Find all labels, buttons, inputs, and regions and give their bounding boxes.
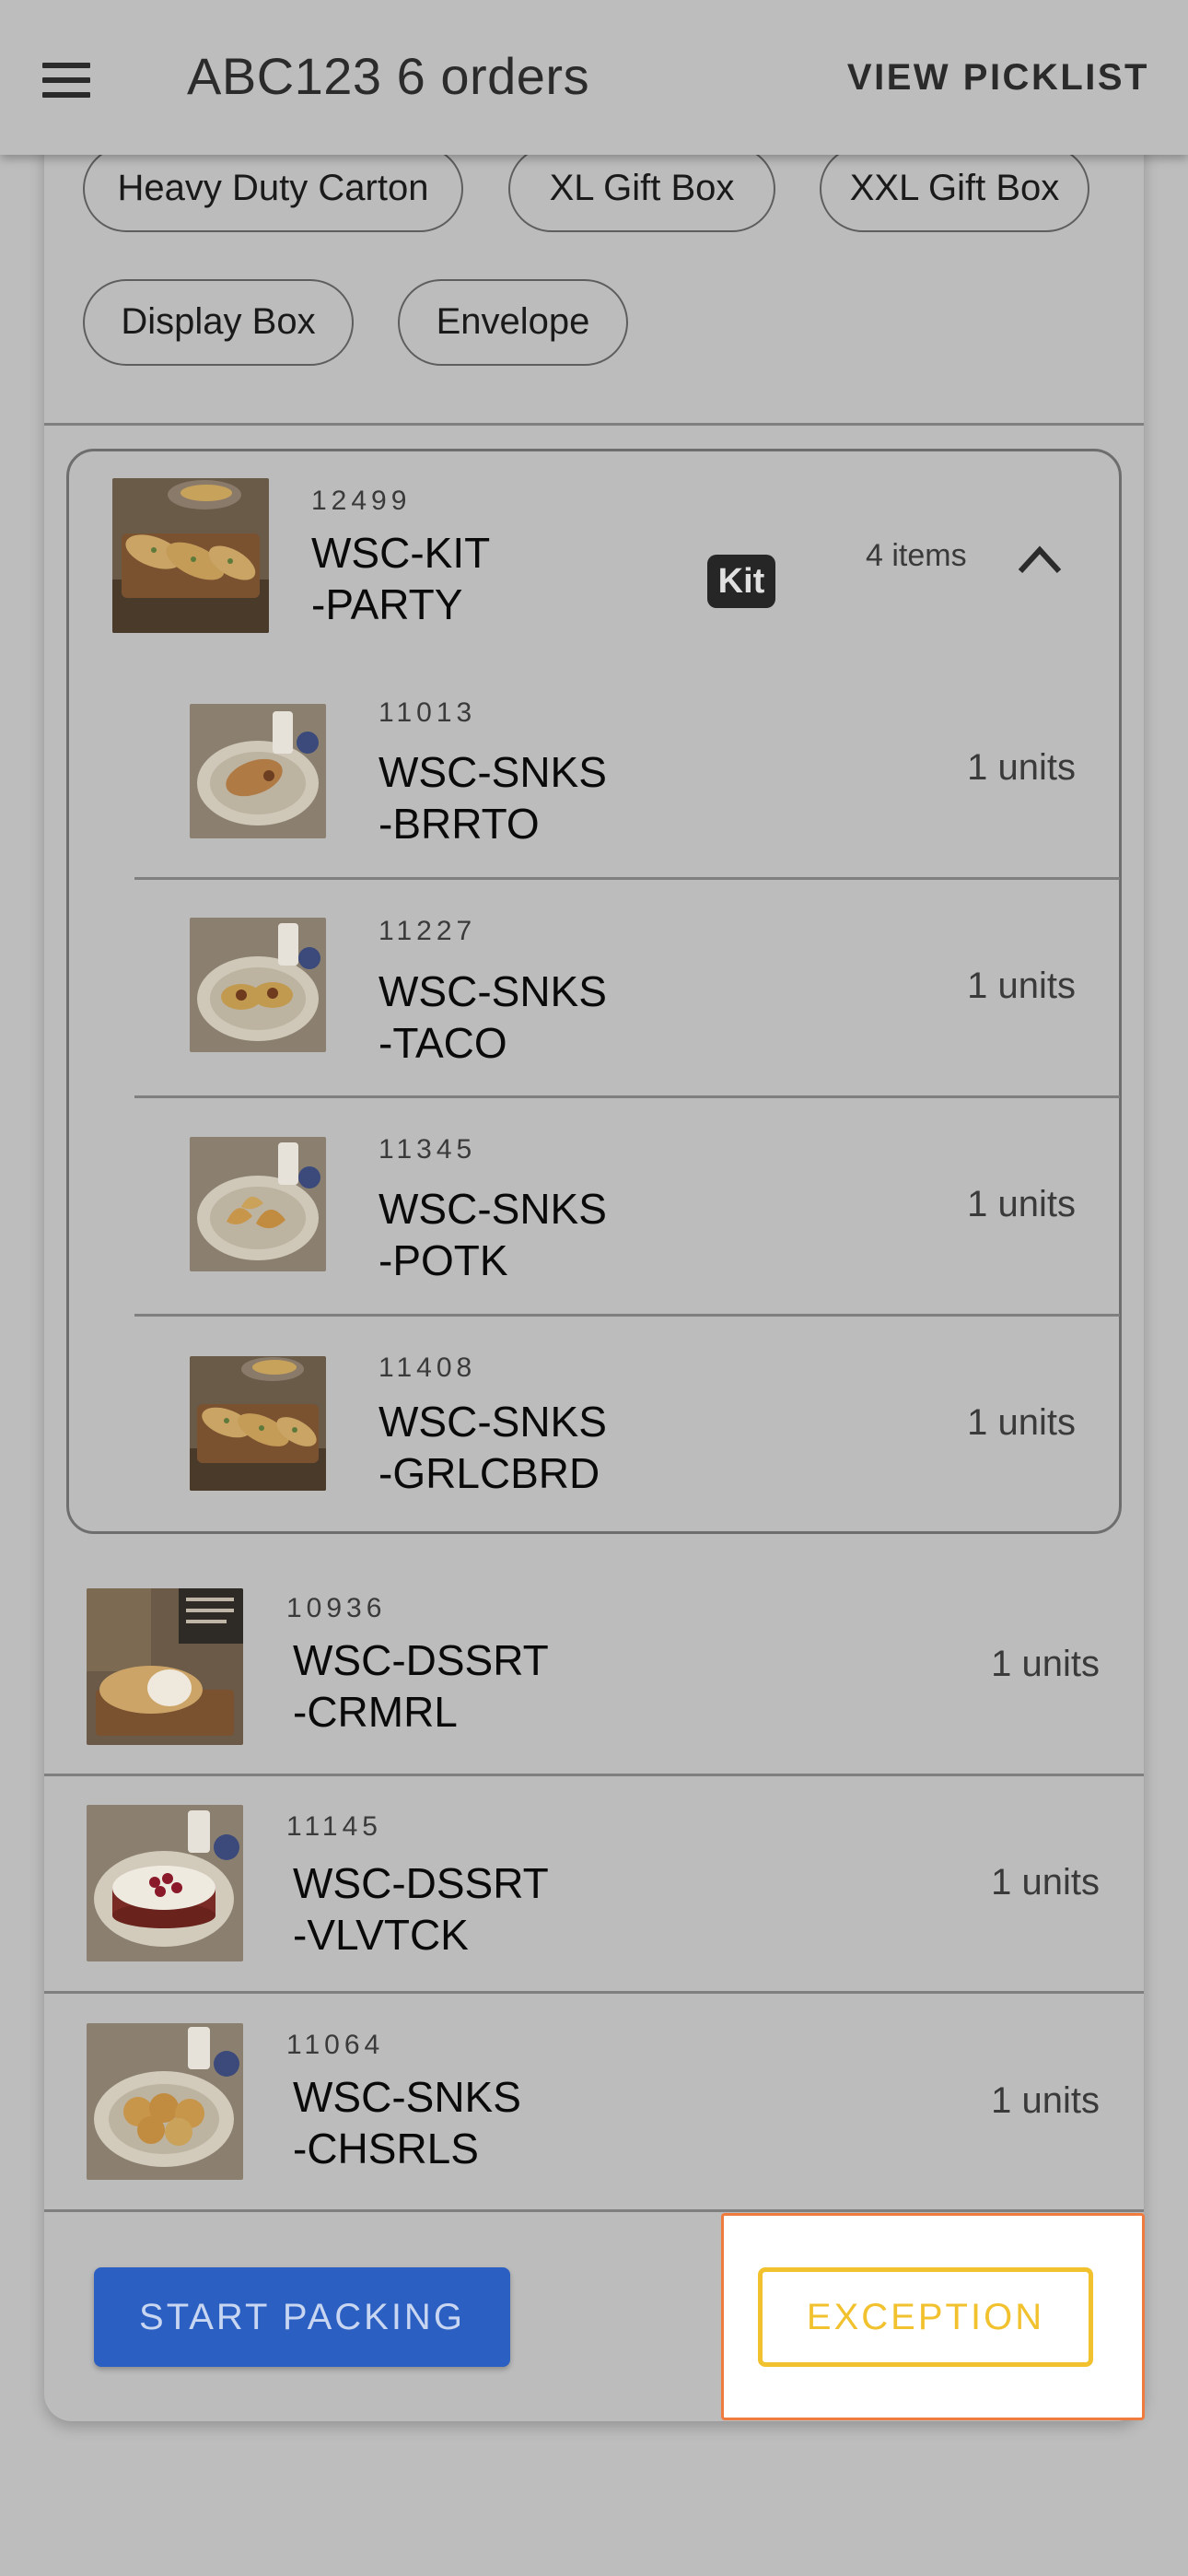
- component-thumbnail: [190, 704, 326, 838]
- item-units: 1 units: [991, 1862, 1100, 1903]
- start-packing-button[interactable]: START PACKING: [94, 2267, 510, 2367]
- box-chip-display-box[interactable]: Display Box: [83, 279, 354, 366]
- component-sku: WSC-SNKS -POTK: [379, 1183, 607, 1286]
- component-thumbnail: [190, 1356, 326, 1491]
- component-sku-line2: -POTK: [379, 1236, 508, 1284]
- item-number: 11064: [286, 2030, 385, 2060]
- item-sku-line2: -VLVTCK: [293, 1911, 469, 1959]
- divider: [44, 423, 1144, 426]
- item-units: 1 units: [991, 1644, 1100, 1684]
- kit-badge: Kit: [707, 555, 775, 608]
- divider: [134, 1314, 1120, 1317]
- divider: [134, 877, 1120, 880]
- component-sku-line1: WSC-SNKS: [379, 1185, 607, 1233]
- component-sku: WSC-SNKS -GRLCBRD: [379, 1396, 607, 1499]
- item-number: 11145: [286, 1811, 382, 1842]
- divider: [134, 1095, 1120, 1098]
- divider: [44, 1774, 1144, 1776]
- component-sku-line1: WSC-SNKS: [379, 748, 607, 796]
- kit-sku: WSC-KIT -PARTY: [311, 527, 490, 630]
- divider: [44, 2209, 1144, 2212]
- component-sku-line2: -BRRTO: [379, 800, 540, 848]
- item-sku: WSC-DSSRT -CRMRL: [293, 1634, 549, 1738]
- component-thumbnail: [190, 1137, 326, 1271]
- item-sku-line1: WSC-DSSRT: [293, 1859, 549, 1907]
- item-thumbnail: [87, 1588, 243, 1745]
- component-number: 11013: [379, 697, 477, 728]
- component-units: 1 units: [967, 747, 1076, 788]
- component-sku-line2: -GRLCBRD: [379, 1449, 600, 1497]
- menu-icon[interactable]: [39, 63, 94, 98]
- item-sku: WSC-DSSRT -VLVTCK: [293, 1857, 549, 1961]
- component-thumbnail: [190, 918, 326, 1052]
- component-units: 1 units: [967, 1184, 1076, 1224]
- exception-button[interactable]: EXCEPTION: [758, 2267, 1093, 2367]
- item-thumbnail: [87, 2023, 243, 2180]
- component-units: 1 units: [967, 966, 1076, 1006]
- kit-items-count: 4 items: [866, 538, 967, 573]
- box-chip-heavy-duty-carton[interactable]: Heavy Duty Carton: [83, 146, 463, 232]
- item-sku: WSC-SNKS -CHSRLS: [293, 2071, 521, 2174]
- component-units: 1 units: [967, 1402, 1076, 1443]
- divider: [44, 1991, 1144, 1994]
- page-title: ABC123 6 orders: [187, 47, 590, 105]
- component-number: 11408: [379, 1352, 477, 1383]
- item-sku-line2: -CHSRLS: [293, 2125, 479, 2172]
- component-sku: WSC-SNKS -BRRTO: [379, 746, 607, 849]
- component-sku-line1: WSC-SNKS: [379, 1398, 607, 1446]
- kit-thumbnail: [112, 478, 269, 633]
- box-chip-envelope[interactable]: Envelope: [398, 279, 628, 366]
- component-number: 11345: [379, 1134, 477, 1165]
- item-number: 10936: [286, 1593, 387, 1623]
- item-sku-line1: WSC-DSSRT: [293, 1636, 549, 1684]
- app-bar: ABC123 6 orders VIEW PICKLIST: [0, 0, 1188, 155]
- box-chip-xxl-gift-box[interactable]: XXL Gift Box: [820, 146, 1089, 232]
- kit-sku-line1: WSC-KIT: [311, 529, 491, 577]
- component-sku-line1: WSC-SNKS: [379, 967, 607, 1015]
- item-sku-line2: -CRMRL: [293, 1688, 458, 1736]
- component-sku: WSC-SNKS -TACO: [379, 966, 607, 1069]
- component-number: 11227: [379, 916, 477, 946]
- item-sku-line1: WSC-SNKS: [293, 2073, 521, 2121]
- view-picklist-button[interactable]: VIEW PICKLIST: [847, 57, 1149, 99]
- item-units: 1 units: [991, 2080, 1100, 2121]
- component-sku-line2: -TACO: [379, 1019, 507, 1067]
- kit-sku-line2: -PARTY: [311, 580, 463, 628]
- chevron-up-icon[interactable]: [1017, 542, 1063, 575]
- kit-number: 12499: [311, 486, 412, 516]
- box-chip-xl-gift-box[interactable]: XL Gift Box: [508, 146, 775, 232]
- item-thumbnail: [87, 1805, 243, 1961]
